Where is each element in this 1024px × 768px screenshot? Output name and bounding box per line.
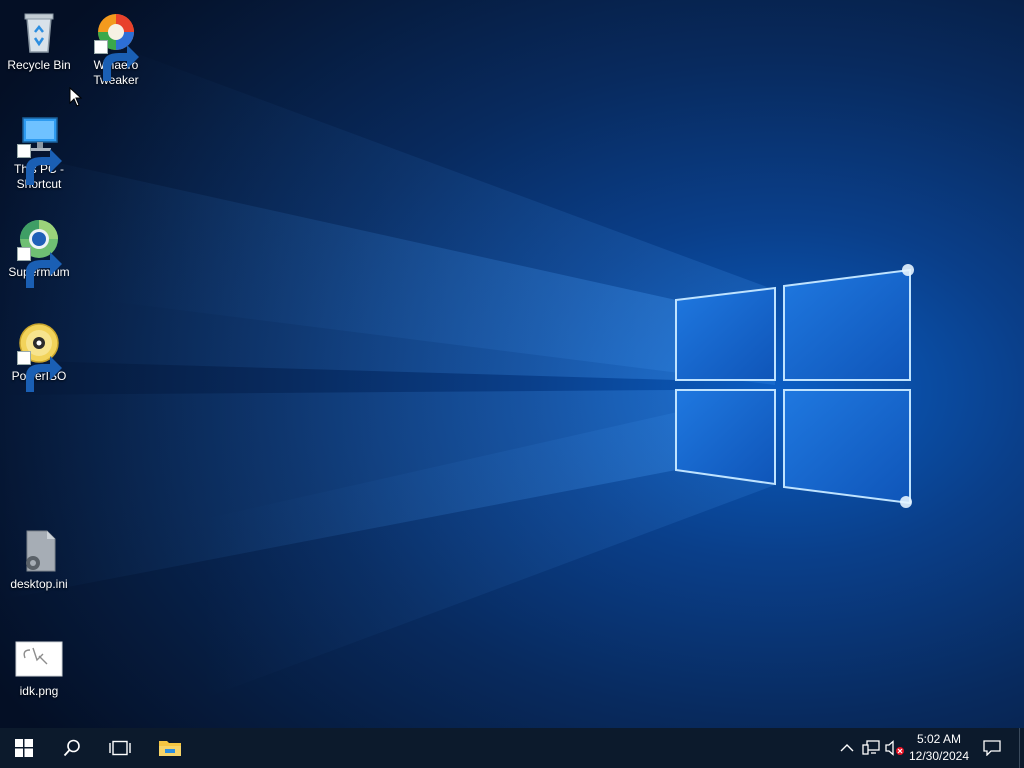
recycle-bin-icon xyxy=(15,8,63,56)
desktop-icon-label: Recycle Bin xyxy=(7,58,71,72)
settings-file-icon xyxy=(15,527,63,575)
search-button[interactable] xyxy=(48,728,96,768)
desktop[interactable]: Recycle Bin Winaero Tweaker This PC - Sh… xyxy=(0,0,1024,728)
shortcut-arrow-icon xyxy=(94,40,139,81)
desktop-icon-poweriso[interactable]: PowerISO xyxy=(1,319,77,392)
network-icon xyxy=(862,740,880,755)
task-view-icon xyxy=(109,740,131,756)
shortcut-arrow-icon xyxy=(17,351,62,392)
taskbar: 5:02 AM 12/30/2024 xyxy=(0,728,1024,768)
taskbar-file-explorer[interactable] xyxy=(146,728,194,768)
clock-time: 5:02 AM xyxy=(916,732,962,746)
desktop-icon-label: desktop.ini xyxy=(10,577,68,591)
search-icon xyxy=(63,739,80,757)
winaero-tweaker-icon xyxy=(92,8,140,81)
desktop-icon-desktop-ini[interactable]: desktop.ini xyxy=(1,527,77,592)
tray-network-button[interactable] xyxy=(860,738,882,758)
windows-wallpaper-logo xyxy=(0,40,914,700)
desktop-icon-this-pc-shortcut[interactable]: This PC - Shortcut xyxy=(1,112,77,192)
desktop-icon-idk-png[interactable]: idk.png xyxy=(1,634,77,699)
notifications-icon xyxy=(983,740,1001,756)
mouse-cursor-icon xyxy=(69,87,83,107)
supermium-browser-icon xyxy=(15,215,63,288)
file-explorer-icon xyxy=(159,741,181,756)
computer-monitor-icon xyxy=(15,112,63,185)
taskbar-clock[interactable]: 5:02 AM 12/30/2024 xyxy=(904,731,974,765)
chevron-up-icon xyxy=(840,744,854,752)
desktop-icon-recycle-bin[interactable]: Recycle Bin xyxy=(1,8,77,73)
desktop-icon-label: idk.png xyxy=(19,684,59,698)
shortcut-arrow-icon xyxy=(17,247,62,288)
desktop-icon-supermium[interactable]: Supermium xyxy=(1,215,77,288)
windows-logo-icon xyxy=(15,739,33,757)
notifications-button[interactable] xyxy=(980,738,1004,758)
clock-date: 12/30/2024 xyxy=(908,749,970,763)
tray-overflow-button[interactable] xyxy=(836,738,858,758)
volume-muted-icon xyxy=(885,740,904,756)
task-view-button[interactable] xyxy=(96,728,144,768)
tray-volume-button[interactable] xyxy=(884,738,906,758)
start-button[interactable] xyxy=(0,728,48,768)
disc-icon xyxy=(15,319,63,392)
image-thumbnail-icon xyxy=(15,634,63,682)
desktop-icon-winaero-tweaker[interactable]: Winaero Tweaker xyxy=(78,8,154,88)
show-desktop-button[interactable] xyxy=(1019,728,1024,768)
shortcut-arrow-icon xyxy=(17,144,62,185)
